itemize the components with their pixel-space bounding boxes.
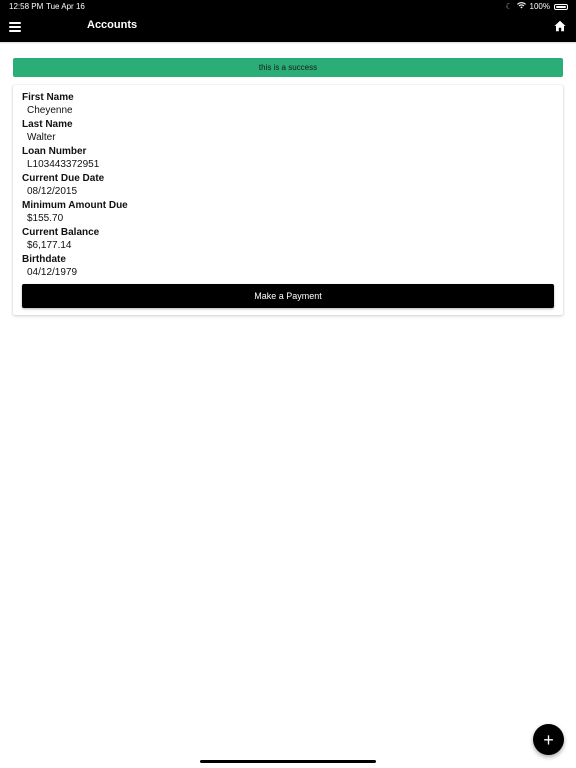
field-loan-number: Loan Number L103443372951 xyxy=(22,145,99,171)
field-minimum-amount-due: Minimum Amount Due $155.70 xyxy=(22,199,128,225)
add-fab-button[interactable]: + xyxy=(533,724,564,755)
battery-icon xyxy=(554,4,568,10)
field-value: Cheyenne xyxy=(27,105,73,116)
field-value: $155.70 xyxy=(27,213,64,224)
field-last-name: Last Name Walter xyxy=(22,118,73,144)
field-value: L103443372951 xyxy=(27,159,100,170)
field-current-due-date: Current Due Date 08/12/2015 xyxy=(22,172,104,198)
field-label: First Name xyxy=(22,92,74,103)
status-time: 12:58 PM xyxy=(9,2,44,11)
field-label: Current Balance xyxy=(22,227,100,238)
hamburger-menu-icon[interactable] xyxy=(9,22,21,32)
home-indicator[interactable] xyxy=(200,760,376,763)
home-icon[interactable] xyxy=(554,20,566,32)
account-details-card: First Name Cheyenne Last Name Walter Loa… xyxy=(13,85,563,315)
field-value: 04/12/1979 xyxy=(27,267,78,278)
field-first-name: First Name Cheyenne xyxy=(22,91,74,117)
field-label: Birthdate xyxy=(22,254,66,265)
field-birthdate: Birthdate 04/12/1979 xyxy=(22,253,77,279)
field-label: Minimum Amount Due xyxy=(22,200,128,211)
status-date: Tue Apr 16 xyxy=(46,2,85,11)
field-value: 08/12/2015 xyxy=(27,186,78,197)
success-alert: this is a success xyxy=(13,58,563,77)
do-not-disturb-icon: ☾ xyxy=(505,2,513,11)
battery-percent: 100% xyxy=(529,2,550,11)
field-current-balance: Current Balance $6,177.14 xyxy=(22,226,99,252)
field-label: Last Name xyxy=(22,119,73,130)
field-label: Current Due Date xyxy=(22,173,105,184)
status-indicators: ☾ 100% xyxy=(505,0,568,14)
header-shadow xyxy=(0,42,576,44)
make-payment-button[interactable]: Make a Payment xyxy=(22,284,554,308)
status-bar: 12:58 PM Tue Apr 16 ☾ 100% xyxy=(0,0,576,14)
page-title: Accounts xyxy=(87,19,138,31)
wifi-icon xyxy=(516,0,526,14)
app-header: Accounts xyxy=(0,14,576,42)
field-value: Walter xyxy=(27,132,56,143)
field-value: $6,177.14 xyxy=(27,240,72,251)
plus-icon: + xyxy=(543,729,554,750)
field-label: Loan Number xyxy=(22,146,87,157)
